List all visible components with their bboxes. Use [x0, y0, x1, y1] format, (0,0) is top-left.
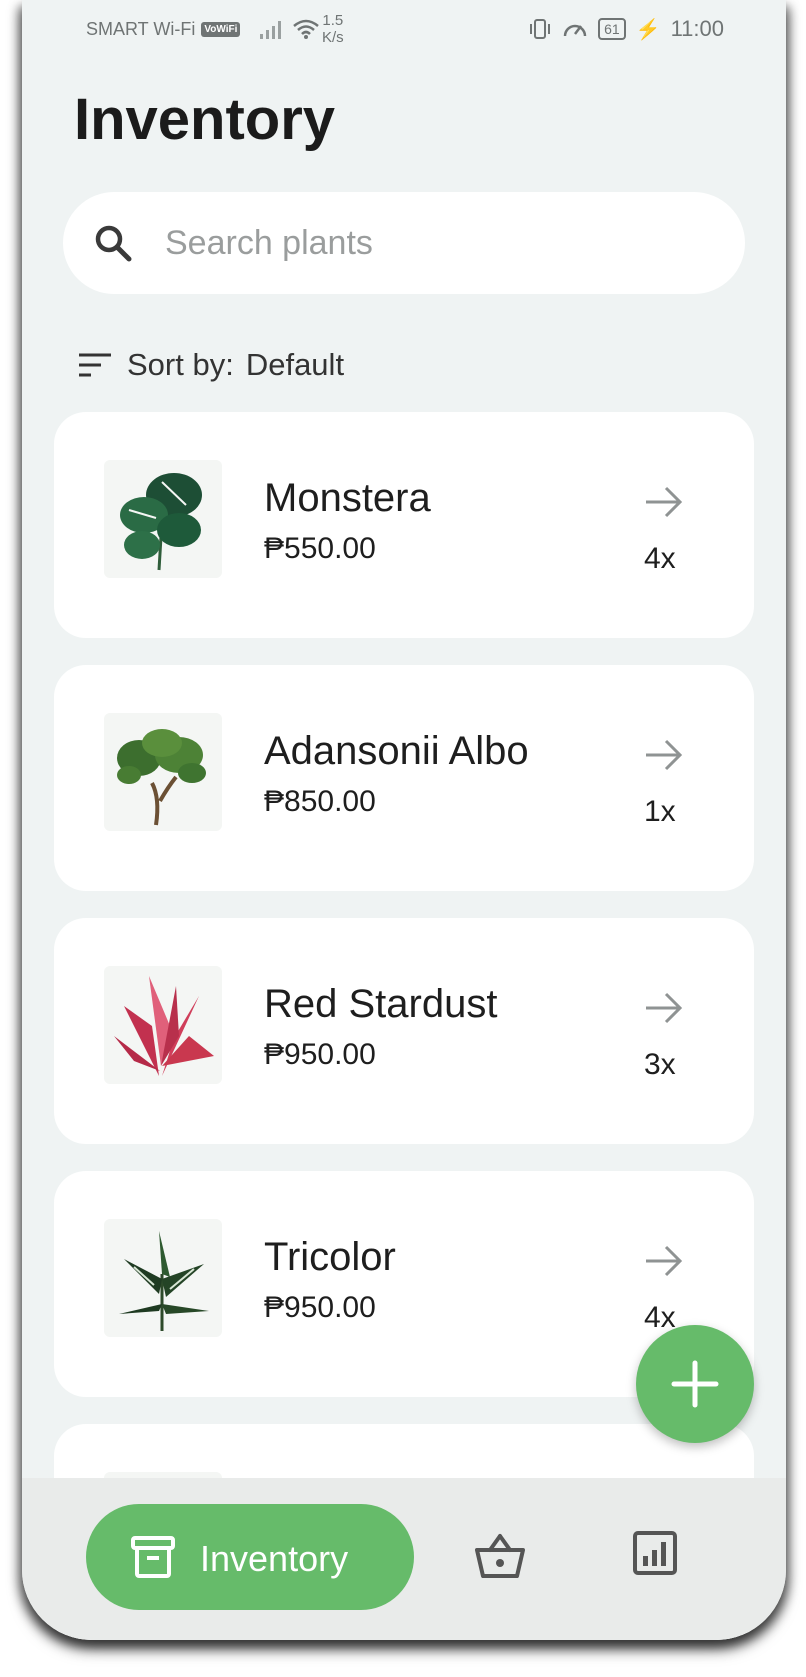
charging-icon: ⚡: [635, 18, 661, 41]
status-right: 61 ⚡ 11:00: [528, 16, 724, 42]
sort-value: Default: [245, 347, 345, 382]
battery-indicator: 61: [598, 18, 626, 40]
monstera-plant-image: [104, 460, 222, 578]
arrow-right-icon[interactable]: [642, 986, 686, 1030]
page-title: Inventory: [74, 87, 336, 152]
plant-price: ₱850.00: [264, 785, 376, 818]
plant-price: ₱950.00: [264, 1291, 376, 1324]
add-plant-button[interactable]: [636, 1325, 754, 1443]
adansonii-plant-image: [104, 713, 222, 831]
sort-label: Sort by:: [127, 347, 234, 382]
plant-card[interactable]: Adansonii Albo ₱850.00 1x: [54, 665, 754, 891]
status-bar: SMART Wi-Fi VoWiFi 1.5 K/s 61 ⚡ 11:00: [22, 0, 786, 60]
plant-card[interactable]: Monstera ₱550.00 4x: [54, 412, 754, 638]
speed-unit: K/s: [322, 29, 344, 46]
plant-quantity: 1x: [644, 795, 676, 828]
plus-icon: [671, 1360, 719, 1408]
arrow-right-icon[interactable]: [642, 733, 686, 777]
arrow-right-icon[interactable]: [642, 480, 686, 524]
status-time: 11:00: [670, 16, 724, 41]
carrier-label: SMART Wi-Fi: [86, 18, 196, 39]
plant-price: ₱950.00: [264, 1038, 376, 1071]
plant-price: ₱550.00: [264, 532, 376, 565]
bottom-navigation: Inventory: [22, 1478, 786, 1640]
nav-tab-inventory-label: Inventory: [200, 1538, 349, 1579]
search-icon: [95, 225, 132, 262]
plant-name: Monstera: [264, 476, 431, 520]
plant-name: Red Stardust: [264, 982, 498, 1026]
red-stardust-plant-image: [104, 966, 222, 1084]
inventory-icon: [131, 1536, 175, 1578]
speed-value: 1.5: [322, 12, 344, 29]
basket-icon[interactable]: [474, 1530, 526, 1582]
plant-name: Adansonii Albo: [264, 729, 529, 773]
plant-quantity: 3x: [644, 1048, 676, 1081]
signal-icon: [260, 21, 282, 39]
search-input[interactable]: [163, 212, 707, 274]
plant-name: Tricolor: [264, 1235, 396, 1279]
network-speed: 1.5 K/s: [322, 12, 344, 46]
status-left: SMART Wi-Fi VoWiFi: [86, 18, 320, 40]
vibrate-icon: [530, 19, 551, 39]
plant-quantity: 4x: [644, 542, 676, 575]
sort-icon: [79, 353, 111, 377]
nav-tab-inventory[interactable]: Inventory: [86, 1504, 414, 1610]
wifi-icon: [293, 19, 320, 39]
arrow-right-icon[interactable]: [642, 1239, 686, 1283]
tricolor-plant-image: [104, 1219, 222, 1337]
sort-control[interactable]: Sort by: Default: [77, 345, 344, 385]
speedometer-icon: [563, 24, 587, 37]
search-bar[interactable]: [63, 192, 745, 294]
phone-screen: SMART Wi-Fi VoWiFi 1.5 K/s 61 ⚡ 11:00 In…: [22, 0, 786, 1640]
vowifi-badge: VoWiFi: [201, 21, 241, 37]
report-icon[interactable]: [632, 1530, 678, 1576]
plant-card[interactable]: Red Stardust ₱950.00 3x: [54, 918, 754, 1144]
